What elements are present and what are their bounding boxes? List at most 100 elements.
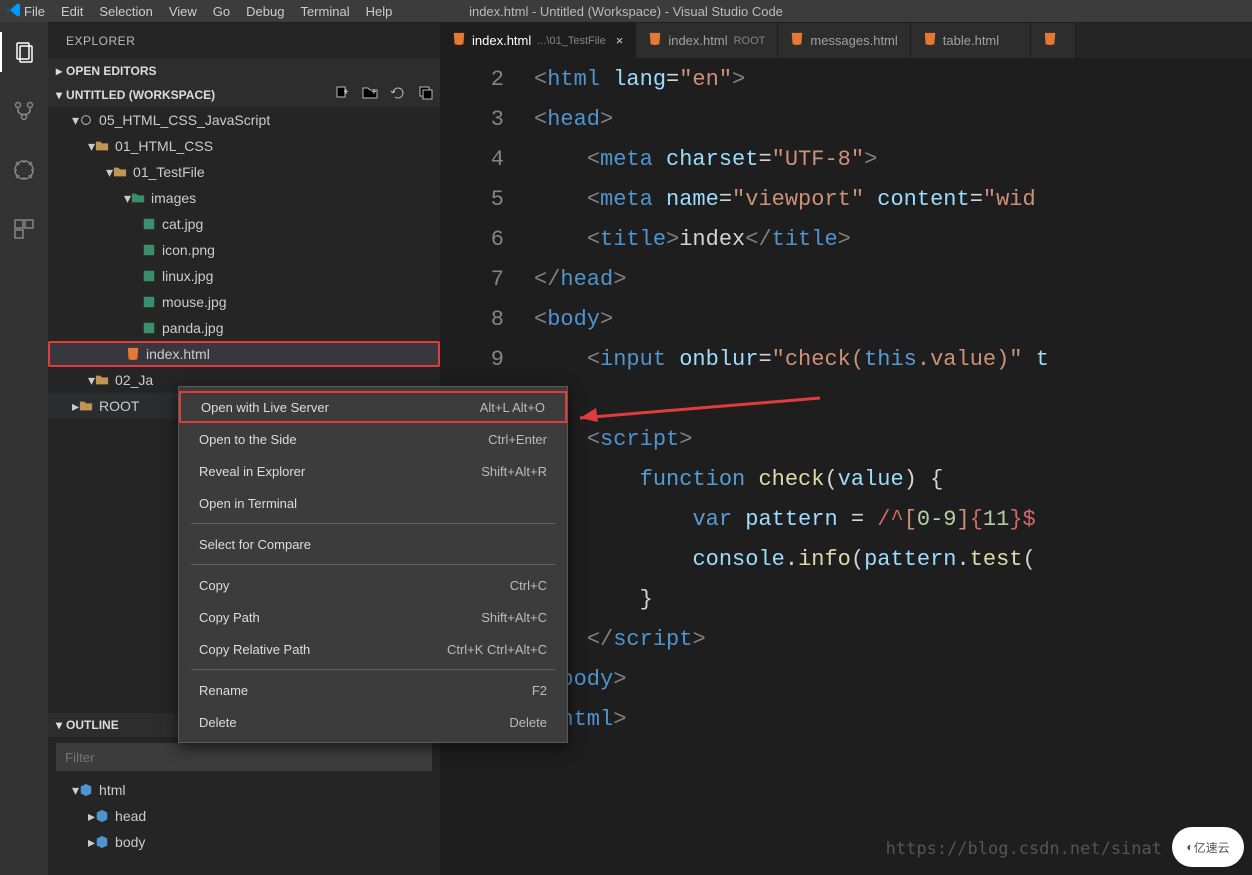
menu-open-live-server[interactable]: Open with Live Server Alt+L Alt+O — [179, 391, 567, 423]
folder-outline-icon — [79, 113, 93, 127]
code-content: <html lang="en"> <head> <meta charset="U… — [534, 60, 1049, 875]
menu-item-shortcut: Shift+Alt+R — [481, 464, 547, 479]
tree-label: cat.jpg — [162, 216, 203, 232]
menu-help[interactable]: Help — [358, 4, 401, 19]
menu-open-terminal[interactable]: Open in Terminal — [179, 487, 567, 519]
outline-label: OUTLINE — [66, 718, 119, 732]
chevron-down-icon: ▾ — [56, 88, 62, 102]
tab-description: ...\01_TestFile — [537, 35, 605, 47]
tree-folder[interactable]: ▾ 05_HTML_CSS_JavaScript — [48, 107, 440, 133]
tree-folder[interactable]: ▾ images — [48, 185, 440, 211]
outline-item[interactable]: ▸ head — [48, 803, 440, 829]
close-icon[interactable]: × — [606, 33, 624, 48]
symbol-icon — [95, 835, 109, 849]
tree-file[interactable]: icon.png — [48, 237, 440, 263]
source-control-icon[interactable] — [12, 99, 36, 126]
menu-item-shortcut: Ctrl+K Ctrl+Alt+C — [447, 642, 547, 657]
refresh-icon[interactable] — [390, 85, 406, 104]
outline-item[interactable]: ▾ html — [48, 777, 440, 803]
tree-file[interactable]: panda.jpg — [48, 315, 440, 341]
menu-terminal[interactable]: Terminal — [292, 4, 357, 19]
outline-item[interactable]: ▸ body — [48, 829, 440, 855]
tree-label: 01_HTML_CSS — [115, 138, 213, 154]
tree-folder[interactable]: ▾ 01_HTML_CSS — [48, 133, 440, 159]
tree-label: head — [115, 808, 146, 824]
html-file-icon — [923, 32, 937, 49]
chevron-right-icon: ▸ — [56, 64, 62, 78]
html-file-icon — [452, 32, 466, 49]
editor-tabs: index.html ...\01_TestFile × index.html … — [440, 22, 1252, 58]
tree-label: html — [99, 782, 125, 798]
tab-label: table.html — [943, 33, 999, 48]
html-file-icon — [648, 32, 662, 49]
menu-item-label: Open in Terminal — [199, 496, 297, 511]
section-workspace[interactable]: ▾ UNTITLED (WORKSPACE) — [48, 83, 440, 107]
html-file-icon — [126, 347, 140, 361]
tree-label: 02_Ja — [115, 372, 153, 388]
collapse-all-icon[interactable] — [418, 85, 434, 104]
tree-label: 01_TestFile — [133, 164, 205, 180]
tree-folder[interactable]: ▾ 01_TestFile — [48, 159, 440, 185]
menu-open-to-side[interactable]: Open to the Side Ctrl+Enter — [179, 423, 567, 455]
watermark-logo-text: 亿速云 — [1194, 839, 1230, 856]
menu-edit[interactable]: Edit — [53, 4, 91, 19]
menu-copy[interactable]: CopyCtrl+C — [179, 569, 567, 601]
menu-go[interactable]: Go — [205, 4, 238, 19]
folder-icon — [79, 399, 93, 413]
menu-copy-relative-path[interactable]: Copy Relative Path Ctrl+K Ctrl+Alt+C — [179, 633, 567, 665]
new-file-icon[interactable] — [334, 85, 350, 104]
watermark-url: https://blog.csdn.net/sinat — [886, 839, 1162, 859]
workspace-label: UNTITLED (WORKSPACE) — [66, 88, 215, 102]
section-open-editors[interactable]: ▸ OPEN EDITORS — [48, 59, 440, 83]
menu-item-label: Open to the Side — [199, 432, 297, 447]
menu-separator — [191, 564, 555, 565]
tab-label: messages.html — [810, 33, 897, 48]
menu-item-label: Copy Path — [199, 610, 260, 625]
folder-green-icon — [131, 191, 145, 205]
menu-select-compare[interactable]: Select for Compare — [179, 528, 567, 560]
menu-debug[interactable]: Debug — [238, 4, 292, 19]
menu-separator — [191, 523, 555, 524]
image-file-icon — [142, 269, 156, 283]
tree-label: ROOT — [99, 398, 139, 414]
tree-file[interactable]: mouse.jpg — [48, 289, 440, 315]
menu-item-shortcut: Ctrl+C — [510, 578, 547, 593]
menu-item-shortcut: Ctrl+Enter — [488, 432, 547, 447]
tree-file[interactable]: cat.jpg — [48, 211, 440, 237]
menu-bar: File Edit Selection View Go Debug Termin… — [0, 0, 1252, 22]
menu-separator — [191, 669, 555, 670]
tab-description: ROOT — [734, 35, 766, 47]
menu-view[interactable]: View — [161, 4, 205, 19]
menu-item-shortcut: Shift+Alt+C — [481, 610, 547, 625]
vscode-logo-icon — [6, 2, 22, 21]
menu-selection[interactable]: Selection — [91, 4, 160, 19]
tree-label: 05_HTML_CSS_JavaScript — [99, 112, 270, 128]
tree-file[interactable]: linux.jpg — [48, 263, 440, 289]
new-folder-icon[interactable] — [362, 85, 378, 104]
tree-label: linux.jpg — [162, 268, 213, 284]
tab-overflow[interactable] — [1031, 23, 1076, 58]
extensions-icon[interactable] — [12, 217, 36, 244]
menu-delete[interactable]: DeleteDelete — [179, 706, 567, 738]
folder-icon — [95, 373, 109, 387]
tree-file-selected[interactable]: index.html — [48, 341, 440, 367]
symbol-icon — [95, 809, 109, 823]
debug-icon[interactable] — [12, 158, 36, 185]
tree-label: index.html — [146, 346, 210, 362]
tree-label: panda.jpg — [162, 320, 224, 336]
image-file-icon — [142, 243, 156, 257]
menu-item-label: Rename — [199, 683, 248, 698]
menu-reveal-explorer[interactable]: Reveal in ExplorerShift+Alt+R — [179, 455, 567, 487]
menu-item-label: Copy Relative Path — [199, 642, 310, 657]
menu-rename[interactable]: RenameF2 — [179, 674, 567, 706]
folder-icon — [95, 139, 109, 153]
menu-copy-path[interactable]: Copy Path Shift+Alt+C — [179, 601, 567, 633]
outline-filter-input[interactable] — [56, 743, 432, 771]
image-file-icon — [142, 295, 156, 309]
tab-index-html[interactable]: index.html ...\01_TestFile × — [440, 23, 636, 58]
explorer-icon[interactable] — [12, 40, 36, 67]
tab-index-html-root[interactable]: index.html ROOT — [636, 23, 778, 58]
tab-messages-html[interactable]: messages.html — [778, 23, 910, 58]
chevron-down-icon: ▾ — [56, 718, 62, 732]
tab-table-html[interactable]: table.html — [911, 23, 1031, 58]
